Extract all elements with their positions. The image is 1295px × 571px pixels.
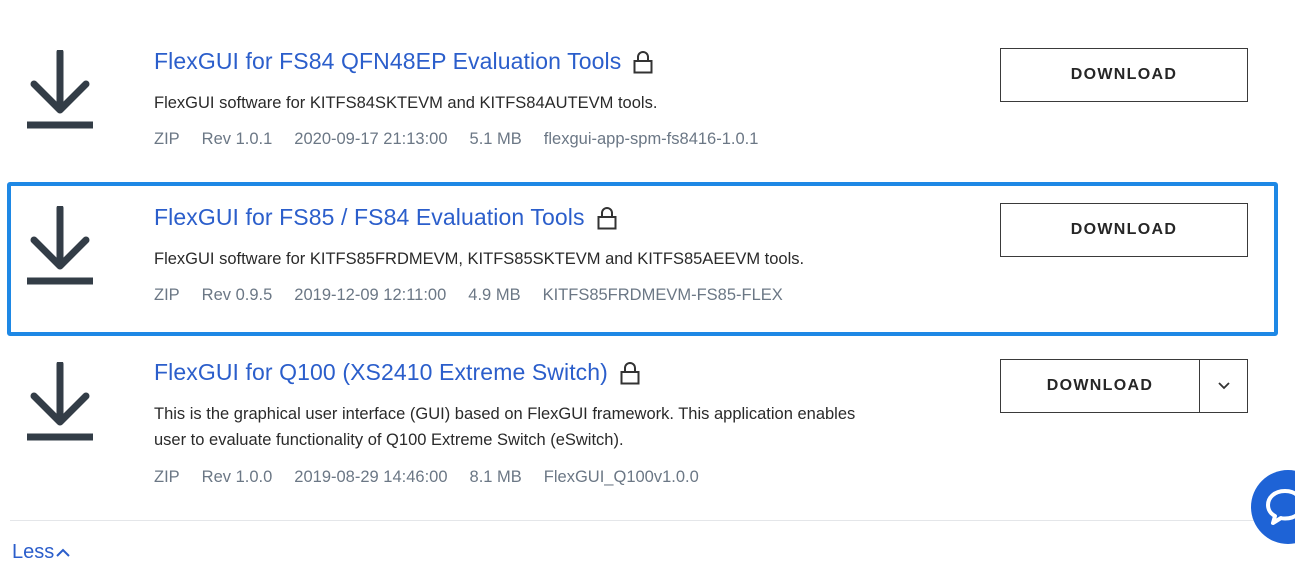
download-button[interactable]: DOWNLOAD <box>1000 203 1248 257</box>
lock-icon <box>597 206 617 229</box>
list-divider <box>10 520 1295 521</box>
download-button[interactable]: DOWNLOAD <box>1000 48 1248 102</box>
chevron-down-icon <box>1217 382 1230 390</box>
file-type: ZIP <box>154 286 180 304</box>
revision: Rev 1.0.1 <box>201 130 273 148</box>
download-icon <box>27 362 93 441</box>
file-type: ZIP <box>154 468 180 486</box>
download-item: FlexGUI for FS84 QFN48EP Evaluation Tool… <box>0 0 1295 180</box>
item-meta: ZIP Rev 1.0.0 2019-08-29 14:46:00 8.1 MB… <box>154 468 699 487</box>
download-item: FlexGUI for Q100 (XS2410 Extreme Switch)… <box>0 338 1295 520</box>
revision: Rev 0.9.5 <box>201 286 273 304</box>
item-title-link[interactable]: FlexGUI for FS85 / FS84 Evaluation Tools <box>154 204 585 231</box>
item-description-line-1: This is the graphical user interface (GU… <box>154 405 856 423</box>
download-split-button: DOWNLOAD <box>1000 359 1248 413</box>
download-item-selected: FlexGUI for FS85 / FS84 Evaluation Tools… <box>7 182 1278 336</box>
revision: Rev 1.0.0 <box>201 468 273 486</box>
download-icon <box>27 206 93 285</box>
item-description-line-2: user to evaluate functionality of Q100 E… <box>154 431 624 449</box>
file-id: KITFS85FRDMEVM-FS85-FLEX <box>542 286 783 304</box>
download-icon <box>27 50 93 129</box>
less-toggle[interactable]: Less <box>12 541 70 564</box>
chat-icon <box>1266 489 1295 525</box>
download-options-toggle[interactable] <box>1200 360 1247 412</box>
file-size: 4.9 MB <box>468 286 521 304</box>
date: 2020-09-17 21:13:00 <box>294 130 448 148</box>
file-id: flexgui-app-spm-fs8416-1.0.1 <box>543 130 759 148</box>
item-title-link[interactable]: FlexGUI for FS84 QFN48EP Evaluation Tool… <box>154 48 621 75</box>
less-label: Less <box>12 541 55 563</box>
download-button[interactable]: DOWNLOAD <box>1001 360 1200 412</box>
date: 2019-08-29 14:46:00 <box>294 468 448 486</box>
item-meta: ZIP Rev 1.0.1 2020-09-17 21:13:00 5.1 MB… <box>154 130 758 149</box>
file-size: 5.1 MB <box>469 130 522 148</box>
file-id: FlexGUI_Q100v1.0.0 <box>543 468 699 486</box>
lock-icon <box>620 361 640 384</box>
item-description: FlexGUI software for KITFS85FRDMEVM, KIT… <box>154 250 805 268</box>
chevron-up-icon <box>56 548 70 557</box>
lock-icon <box>633 50 653 73</box>
item-description: FlexGUI software for KITFS84SKTEVM and K… <box>154 94 658 112</box>
item-title-link[interactable]: FlexGUI for Q100 (XS2410 Extreme Switch) <box>154 359 608 386</box>
file-type: ZIP <box>154 130 180 148</box>
item-meta: ZIP Rev 0.9.5 2019-12-09 12:11:00 4.9 MB… <box>154 286 783 305</box>
file-size: 8.1 MB <box>469 468 522 486</box>
date: 2019-12-09 12:11:00 <box>294 286 447 304</box>
